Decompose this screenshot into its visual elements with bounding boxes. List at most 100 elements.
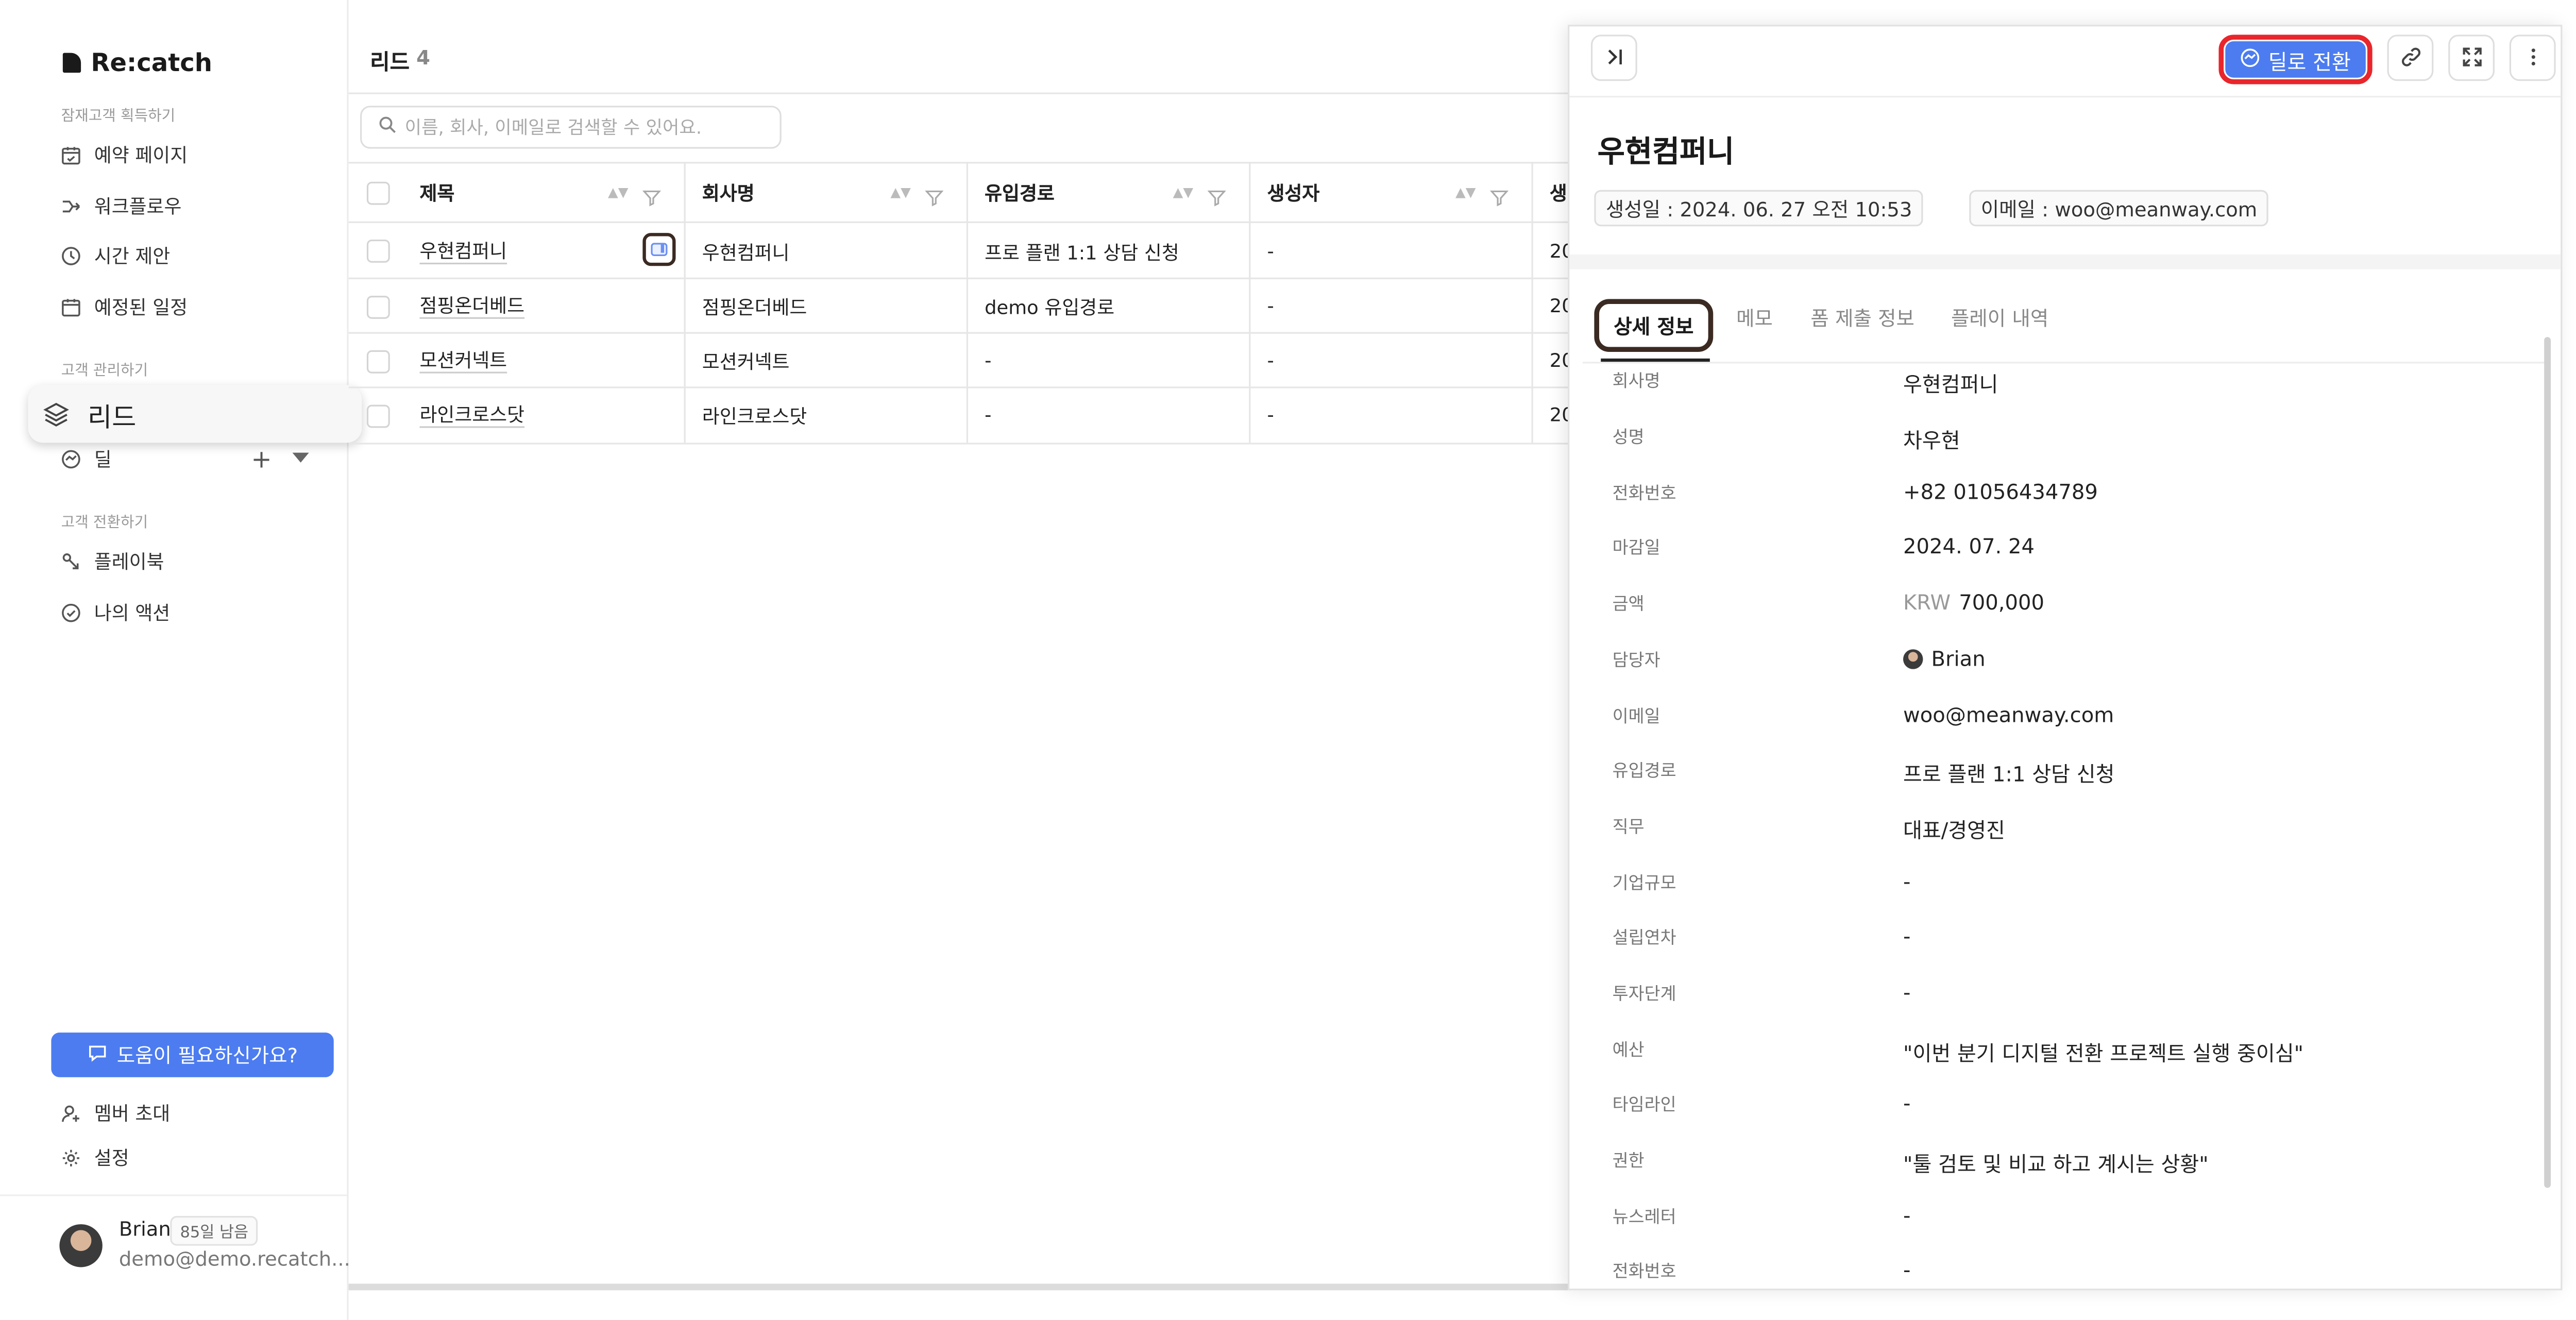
row-checkbox[interactable] [366, 350, 390, 374]
sidebar-item-playbook[interactable]: 플레이북 [61, 544, 164, 580]
row-source: demo 유입경로 [985, 295, 1115, 319]
clock-icon [61, 246, 81, 266]
field-value-text: "이번 분기 디지털 전환 프로젝트 실행 중이심" [1903, 1041, 2304, 1066]
field-value[interactable]: 차우현 [1903, 423, 1960, 454]
field-value[interactable]: KRW 700,000 [1903, 590, 2044, 615]
sidebar-item-deals[interactable]: 딜 [61, 441, 112, 478]
field-value[interactable]: woo@meanway.com [1903, 702, 2114, 727]
filter-icon[interactable] [925, 182, 944, 213]
row-title[interactable]: 모션커넥트 [419, 347, 507, 373]
link-icon [2400, 42, 2421, 74]
field-value[interactable]: 프로 플랜 1:1 상담 신청 [1903, 757, 2114, 788]
field-label: 전화번호 [1612, 484, 1676, 504]
column-header-created[interactable]: 생 [1550, 180, 1567, 207]
column-divider [1531, 162, 1533, 443]
more-vertical-icon [2522, 42, 2544, 74]
field-value[interactable]: 우현컴퍼니 [1903, 367, 1998, 398]
avatar[interactable] [59, 1224, 103, 1267]
chevron-down-icon[interactable] [292, 452, 309, 463]
panel-header-divider [1569, 95, 2561, 98]
sidebar-item-label: 예약 페이지 [94, 143, 188, 167]
vertical-scrollbar[interactable] [2544, 337, 2551, 1188]
field-value[interactable]: 2024. 07. 24 [1903, 534, 2035, 559]
column-header-source[interactable]: 유입경로 [985, 180, 1055, 207]
add-deal-icon[interactable]: + [251, 445, 272, 475]
table-row-border [348, 443, 1571, 445]
field-label: 이메일 [1612, 707, 1660, 727]
expand-panel-button[interactable] [2448, 35, 2495, 81]
settings-button[interactable]: 설정 [61, 1140, 129, 1177]
tab-memo[interactable]: 메모 [1736, 304, 1773, 332]
row-checkbox[interactable] [366, 404, 390, 428]
column-header-title[interactable]: 제목 [419, 180, 454, 207]
field-value[interactable]: "툴 검토 및 비교 하고 계시는 상황" [1903, 1146, 2209, 1178]
column-header-creator[interactable]: 생성자 [1267, 180, 1319, 207]
sidebar-item-booking-page[interactable]: 예약 페이지 [61, 137, 188, 174]
field-value[interactable]: "이번 분기 디지털 전환 프로젝트 실행 중이심" [1903, 1036, 2303, 1068]
handshake-icon [2240, 47, 2260, 72]
search-input[interactable]: 이름, 회사, 이메일로 검색할 수 있어요. [360, 106, 782, 149]
email-tag: 이메일 : woo@meanway.com [1969, 190, 2269, 227]
app-logo[interactable]: Re:catch [62, 48, 212, 78]
field-value[interactable]: - [1903, 923, 1910, 948]
field-value-text: - [1903, 1090, 1911, 1115]
open-detail-button[interactable] [642, 233, 676, 266]
row-title[interactable]: 점핑온더베드 [419, 293, 524, 319]
field-value[interactable]: +82 01056434789 [1903, 479, 2098, 504]
convert-to-deal-button[interactable]: 딜로 전환 [2218, 35, 2372, 84]
filter-icon[interactable] [642, 182, 662, 213]
sidebar-item-workflow[interactable]: 워크플로우 [61, 189, 181, 225]
copy-link-button[interactable] [2387, 35, 2434, 81]
tab-form-submissions[interactable]: 폼 제출 정보 [1810, 304, 1914, 332]
sidebar-item-scheduled[interactable]: 예정된 일정 [61, 289, 188, 326]
help-button[interactable]: 도움이 필요하신가요? [51, 1033, 334, 1077]
lead-count: 4 [416, 46, 430, 70]
tab-details[interactable]: 상세 정보 [1594, 299, 1714, 352]
column-divider [684, 162, 686, 443]
field-value-text: 700,000 [1959, 589, 2045, 615]
table-header-border [348, 221, 1571, 223]
row-source: - [985, 403, 992, 427]
header-divider [348, 92, 1571, 94]
sidebar-item-time-proposal[interactable]: 시간 제안 [61, 238, 170, 275]
collapse-panel-button[interactable] [1590, 35, 1637, 81]
field-label: 성명 [1612, 428, 1645, 448]
row-checkbox[interactable] [366, 239, 390, 263]
sidebar-item-label: 나의 액션 [94, 601, 171, 625]
row-title[interactable]: 우현컴퍼니 [419, 238, 507, 264]
more-options-button[interactable] [2509, 35, 2556, 81]
field-value[interactable]: Brian [1903, 646, 1986, 671]
side-panel-icon [651, 243, 668, 257]
tab-play-history[interactable]: 플레이 내역 [1951, 304, 2048, 332]
sidebar-item-label: 딜 [94, 447, 112, 471]
field-label: 투자단계 [1612, 985, 1676, 1005]
column-divider [966, 162, 969, 443]
settings-label: 설정 [94, 1146, 129, 1170]
field-label: 담당자 [1612, 651, 1660, 671]
field-value[interactable]: - [1903, 1257, 1910, 1282]
sort-icon[interactable]: ▲▼ [608, 185, 628, 200]
tabs-divider [1582, 362, 2551, 364]
sidebar: Re:catch 잠재고객 획득하기 예약 페이지 워크플로우 시간 제안 예정… [0, 0, 362, 1320]
field-label: 직무 [1612, 818, 1645, 838]
filter-icon[interactable] [1489, 182, 1509, 213]
row-checkbox[interactable] [366, 295, 390, 319]
field-value[interactable]: - [1903, 980, 1910, 1005]
field-value[interactable]: - [1903, 869, 1910, 894]
field-value[interactable]: 대표/경영진 [1903, 813, 2005, 844]
column-header-company[interactable]: 회사명 [702, 180, 755, 207]
sidebar-item-leads[interactable]: 리드 [28, 385, 362, 443]
row-title[interactable]: 라인크로스닷 [419, 401, 524, 428]
field-value-text: - [1903, 923, 1911, 949]
field-value[interactable]: - [1903, 1090, 1910, 1115]
field-value[interactable]: - [1903, 1203, 1910, 1227]
sort-icon[interactable]: ▲▼ [1455, 185, 1476, 200]
sidebar-item-my-actions[interactable]: 나의 액션 [61, 595, 171, 631]
filter-icon[interactable] [1207, 182, 1226, 213]
sort-icon[interactable]: ▲▼ [890, 185, 910, 200]
row-creator: - [1267, 403, 1274, 427]
select-all-checkbox[interactable] [366, 181, 390, 205]
sort-icon[interactable]: ▲▼ [1173, 185, 1193, 200]
horizontal-scrollbar[interactable] [348, 1283, 1571, 1291]
invite-member-button[interactable]: 멤버 초대 [61, 1095, 170, 1132]
